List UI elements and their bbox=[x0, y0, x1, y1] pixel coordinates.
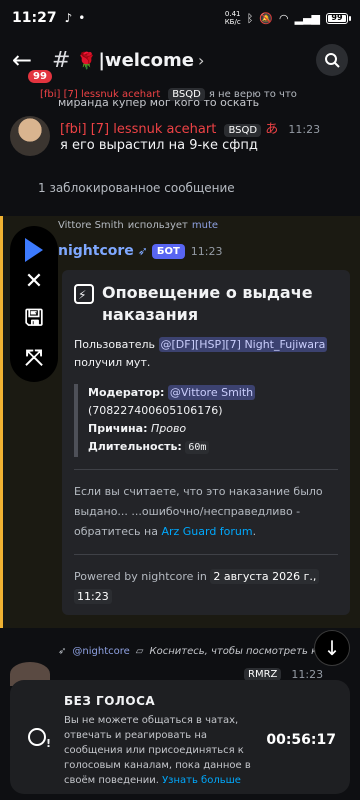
mute-icon: 🔕 bbox=[259, 11, 273, 25]
timeout-banner: БЕЗ ГОЛОСА Вы не можете общаться в чатах… bbox=[10, 680, 350, 794]
message-text: я его вырастил на 9-ке сфпд bbox=[60, 138, 258, 153]
channel-name[interactable]: |welcome bbox=[98, 50, 194, 71]
moderator-id: (708227400605106176) bbox=[88, 404, 223, 417]
play-icon[interactable] bbox=[25, 237, 43, 262]
bluetooth-icon: ᛒ bbox=[246, 11, 254, 25]
command-usage-line: Vittore Smith использует mute bbox=[58, 220, 219, 231]
command-name[interactable]: mute bbox=[192, 220, 218, 231]
network-speed: 0.41 КБ/с bbox=[224, 10, 241, 26]
back-button[interactable]: ← 99 bbox=[12, 46, 54, 85]
moderator-mention[interactable]: @Vittore Smith bbox=[167, 385, 256, 400]
clock-alert-icon bbox=[28, 728, 51, 750]
unread-badge: 99 bbox=[26, 68, 54, 85]
chevron-right-icon[interactable]: › bbox=[198, 51, 204, 70]
expand-icon[interactable]: ⤧ bbox=[25, 346, 43, 371]
message-time: 11:23 bbox=[190, 244, 223, 258]
command-icon: ▱ bbox=[135, 646, 144, 657]
bot-badge: БОТ bbox=[151, 243, 185, 259]
dot-icon: • bbox=[78, 11, 86, 25]
music-note-icon: ♪ bbox=[64, 11, 73, 25]
status-time: 11:27 bbox=[12, 10, 57, 26]
hash-icon: # bbox=[52, 47, 71, 73]
battery-icon: 99 bbox=[326, 12, 351, 24]
reply-preview-cont: миранда купер мог кого то оскать bbox=[58, 96, 260, 109]
channel-emoji: 🌹 bbox=[76, 50, 97, 70]
save-icon[interactable]: 🖫 bbox=[25, 301, 44, 339]
search-icon bbox=[325, 53, 340, 68]
learn-more-link[interactable]: Узнать больше bbox=[162, 775, 241, 786]
status-bar: 11:27 ♪ • 0.41 КБ/с ᛒ 🔕 ◠ ▂▄▆ 99 bbox=[0, 0, 360, 36]
signal-icon: ▂▄▆ bbox=[294, 11, 320, 25]
embed-footer: Powered by nightcore in 2 августа 2026 г… bbox=[74, 567, 338, 607]
wifi-icon: ◠ bbox=[279, 11, 289, 25]
duration-value: 60m bbox=[185, 441, 210, 454]
punishment-embed: Оповещение о выдаче наказания Пользовате… bbox=[62, 270, 350, 615]
timeout-title: БЕЗ ГОЛОСА bbox=[64, 694, 156, 708]
search-button[interactable] bbox=[316, 44, 348, 76]
close-icon[interactable]: ✕ bbox=[25, 269, 43, 294]
arrow-down-icon: ↓ bbox=[323, 636, 341, 660]
appeal-text: Если вы считаете, что это наказание было… bbox=[74, 485, 323, 538]
blocked-messages[interactable]: 1 заблокированное сообщение bbox=[38, 181, 235, 195]
floating-toolbar: ✕ 🖫 ⤧ bbox=[10, 226, 58, 382]
embed-quote: Модератор: @Vittore Smith (7082274006051… bbox=[74, 384, 338, 457]
divider bbox=[74, 554, 338, 555]
rocket-icon: ➶ bbox=[58, 646, 67, 657]
reason-value: Прово bbox=[150, 422, 187, 435]
shield-icon bbox=[74, 284, 94, 306]
message-author[interactable]: [fbi] [7] lessnuk acehart bbox=[60, 122, 216, 137]
extra-emoji: あ bbox=[265, 122, 279, 137]
rocket-icon: ➶ bbox=[137, 244, 148, 258]
message-time: 11:23 bbox=[288, 123, 321, 136]
avatar[interactable] bbox=[10, 116, 50, 156]
timeout-countdown: 00:56:17 bbox=[266, 732, 336, 748]
embed-title: Оповещение о выдаче наказания bbox=[102, 283, 313, 324]
divider bbox=[74, 469, 338, 470]
scroll-to-bottom-button[interactable]: ↓ bbox=[314, 630, 350, 666]
channel-header: ← 99 # 🌹 |welcome › bbox=[0, 36, 360, 85]
role-tag: BSQD bbox=[224, 124, 262, 137]
appeal-link[interactable]: Arz Guard forum bbox=[161, 525, 252, 538]
user-mention[interactable]: @[DF][HSP][7] Night_Fujiwara bbox=[158, 337, 328, 352]
bot-author: nightcore ➶ БОТ 11:23 bbox=[58, 243, 223, 259]
reply-preview[interactable]: ➶ @nightcore ▱ Коснитесь, чтобы посмотре… bbox=[58, 646, 323, 657]
